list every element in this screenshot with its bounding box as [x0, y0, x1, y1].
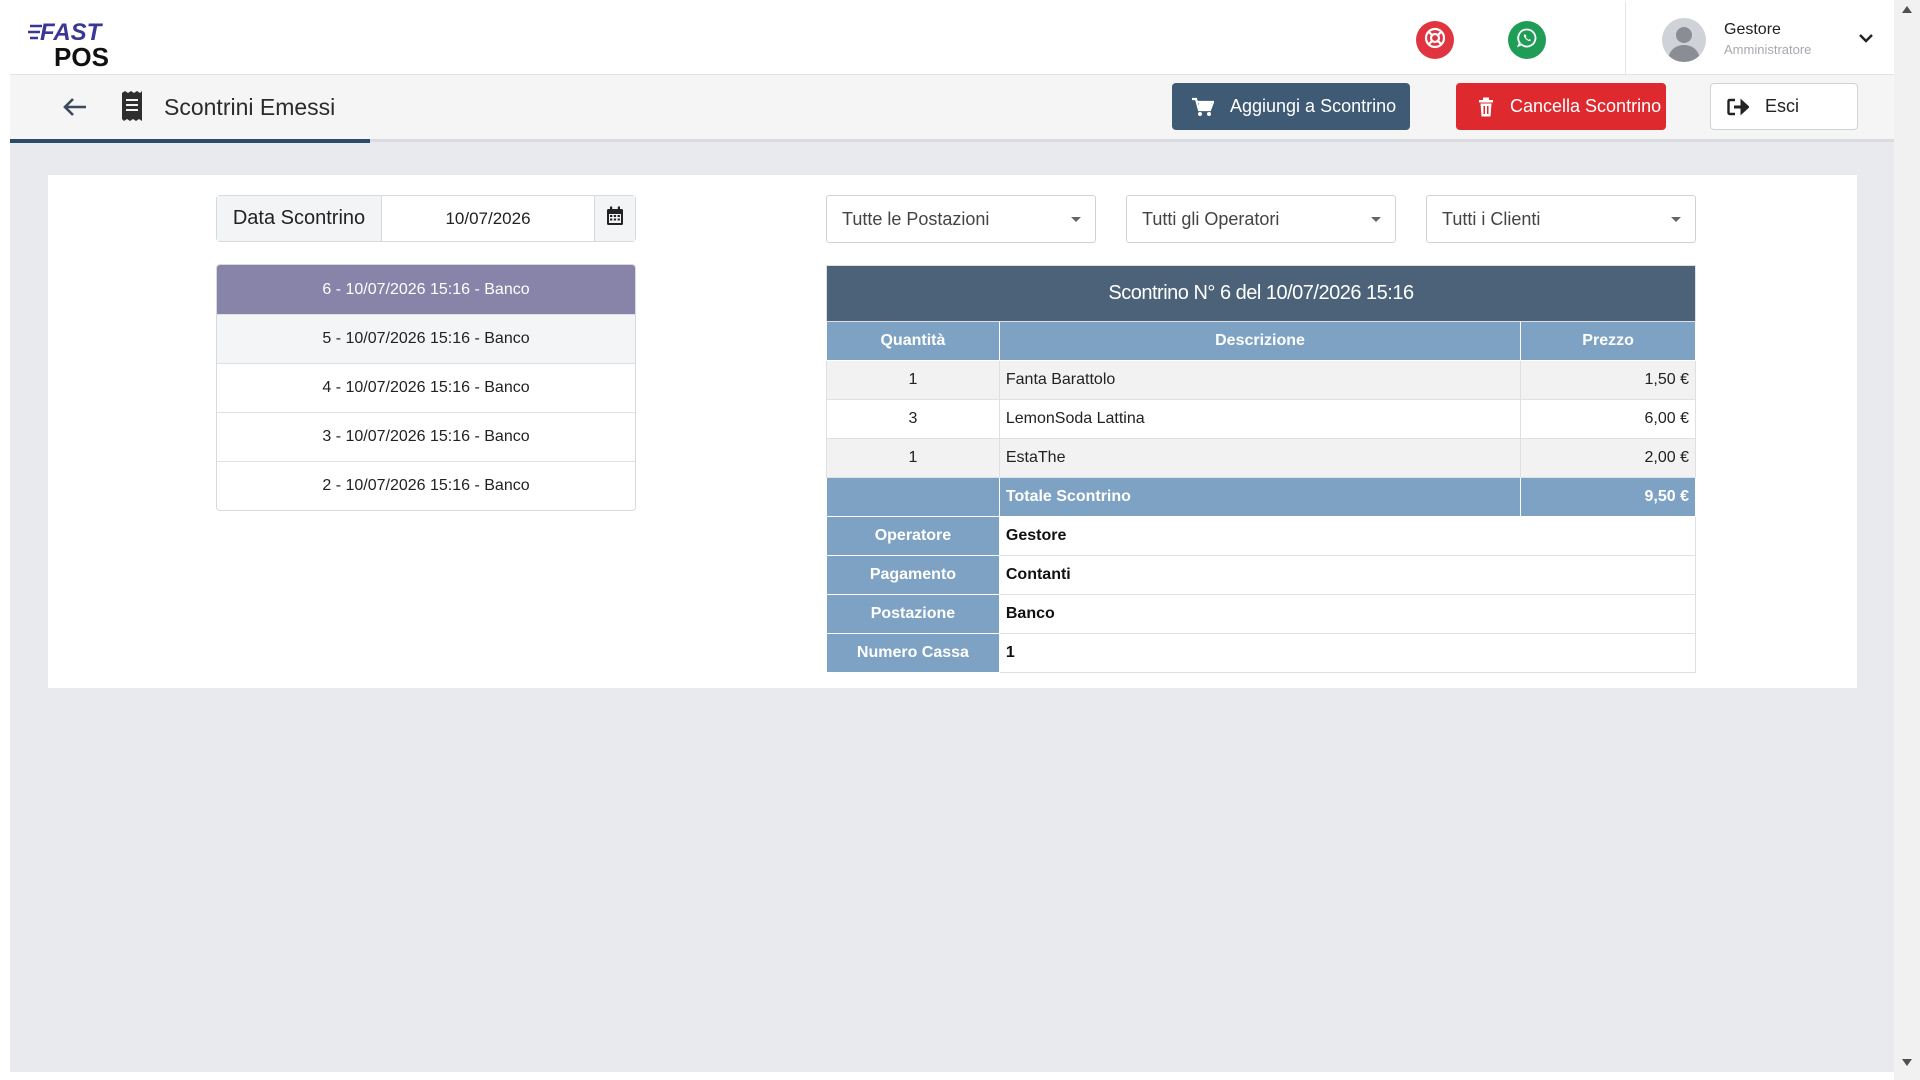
add-to-receipt-label: Aggiungi a Scontrino [1230, 96, 1397, 116]
clienti-select-value: Tutti i Clienti [1442, 208, 1541, 229]
date-filter: Data Scontrino [216, 195, 636, 242]
table-row: 1 Fanta Barattolo 1,50 € [826, 360, 1696, 400]
column-header: Descrizione [998, 321, 1522, 361]
receipt-detail-table: Scontrino N° 6 del 10/07/2026 15:16 Quan… [826, 265, 1697, 673]
column-header: Prezzo [1520, 321, 1696, 361]
operatori-select[interactable]: Tutti gli Operatori [1126, 195, 1396, 243]
calendar-icon [606, 206, 624, 231]
item-description: EstaThe [998, 438, 1522, 478]
table-row: 1 EstaThe 2,00 € [826, 438, 1696, 478]
date-input[interactable] [382, 196, 595, 241]
help-button[interactable] [1416, 21, 1454, 59]
receipt-list-item[interactable]: 3 - 10/07/2026 15:16 - Banco [217, 413, 635, 462]
clienti-select[interactable]: Tutti i Clienti [1426, 195, 1696, 243]
item-price: 1,50 € [1520, 360, 1696, 400]
item-quantity: 1 [826, 438, 1000, 478]
info-row: Numero Cassa 1 [826, 633, 1697, 673]
dropdown-caret-icon [1371, 217, 1381, 222]
item-price: 6,00 € [1520, 399, 1696, 439]
item-description: Fanta Barattolo [998, 360, 1522, 400]
info-row: Pagamento Contanti [826, 555, 1697, 595]
info-value: Contanti [998, 555, 1697, 595]
whatsapp-button[interactable] [1508, 21, 1546, 59]
add-to-receipt-button[interactable]: Aggiungi a Scontrino [1172, 83, 1410, 130]
calendar-button[interactable] [595, 196, 635, 241]
receipt-list-item[interactable]: 2 - 10/07/2026 15:16 - Banco [217, 462, 635, 510]
item-quantity: 3 [826, 399, 1000, 439]
info-value: Gestore [998, 516, 1697, 556]
delete-receipt-button[interactable]: Cancella Scontrino [1456, 83, 1666, 130]
avatar[interactable] [1662, 18, 1706, 62]
app-window: FAST POS Gestore Amministratore Scontrin… [10, 2, 1894, 1072]
info-label: Numero Cassa [826, 633, 1000, 673]
dropdown-caret-icon [1671, 217, 1681, 222]
info-value: Banco [998, 594, 1697, 634]
user-role: Amministratore [1724, 42, 1812, 57]
receipt-detail-title: Scontrino N° 6 del 10/07/2026 15:16 [826, 265, 1696, 322]
item-price: 2,00 € [1520, 438, 1696, 478]
info-row: Operatore Gestore [826, 516, 1697, 556]
exit-label: Esci [1765, 96, 1800, 116]
sign-out-icon [1727, 98, 1749, 116]
top-bar: FAST POS Gestore Amministratore [10, 2, 1894, 75]
info-label: Operatore [826, 516, 1000, 556]
total-label: Totale Scontrino [998, 477, 1522, 517]
receipt-list-item[interactable]: 6 - 10/07/2026 15:16 - Banco [217, 265, 635, 315]
trash-icon [1478, 97, 1494, 117]
receipt-list: 6 - 10/07/2026 15:16 - Banco 5 - 10/07/2… [216, 264, 636, 511]
chevron-down-icon[interactable] [1856, 28, 1876, 48]
scroll-down-arrow-icon[interactable] [1902, 1059, 1912, 1066]
dropdown-caret-icon [1071, 217, 1081, 222]
back-arrow-icon[interactable] [62, 96, 88, 118]
whatsapp-icon [1515, 26, 1539, 55]
info-label: Pagamento [826, 555, 1000, 595]
total-row: Totale Scontrino 9,50 € [826, 477, 1696, 517]
postazioni-select-value: Tutte le Postazioni [842, 208, 990, 229]
logo-text-bottom: POS [54, 42, 109, 72]
cart-icon [1192, 97, 1214, 117]
item-quantity: 1 [826, 360, 1000, 400]
vertical-scrollbar[interactable] [1894, 0, 1920, 1080]
user-name[interactable]: Gestore [1724, 21, 1781, 39]
receipt-list-item[interactable]: 4 - 10/07/2026 15:16 - Banco [217, 364, 635, 413]
total-value: 9,50 € [1520, 477, 1696, 517]
exit-button[interactable]: Esci [1710, 83, 1858, 130]
title-active-underline [10, 139, 370, 143]
total-empty-cell [826, 477, 1000, 517]
fastpos-logo[interactable]: FAST POS [28, 16, 124, 72]
receipt-icon [120, 91, 144, 121]
title-bar: Scontrini Emessi Aggiungi a Scontrino Ca… [10, 75, 1894, 142]
delete-receipt-label: Cancella Scontrino [1510, 96, 1662, 116]
lifebuoy-icon [1423, 26, 1447, 55]
item-description: LemonSoda Lattina [998, 399, 1522, 439]
receipts-panel: Data Scontrino 6 - 10/07/2026 15:16 - Ba… [48, 175, 1857, 688]
operatori-select-value: Tutti gli Operatori [1142, 208, 1280, 229]
info-label: Postazione [826, 594, 1000, 634]
info-row: Postazione Banco [826, 594, 1697, 634]
scroll-up-arrow-icon[interactable] [1902, 6, 1912, 13]
user-separator [1625, 2, 1626, 74]
receipt-list-item[interactable]: 5 - 10/07/2026 15:16 - Banco [217, 315, 635, 364]
date-label: Data Scontrino [217, 196, 382, 241]
page-title: Scontrini Emessi [164, 94, 336, 120]
table-row: 3 LemonSoda Lattina 6,00 € [826, 399, 1696, 439]
info-value: 1 [998, 633, 1697, 673]
column-header: Quantità [826, 321, 1000, 361]
postazioni-select[interactable]: Tutte le Postazioni [826, 195, 1096, 243]
